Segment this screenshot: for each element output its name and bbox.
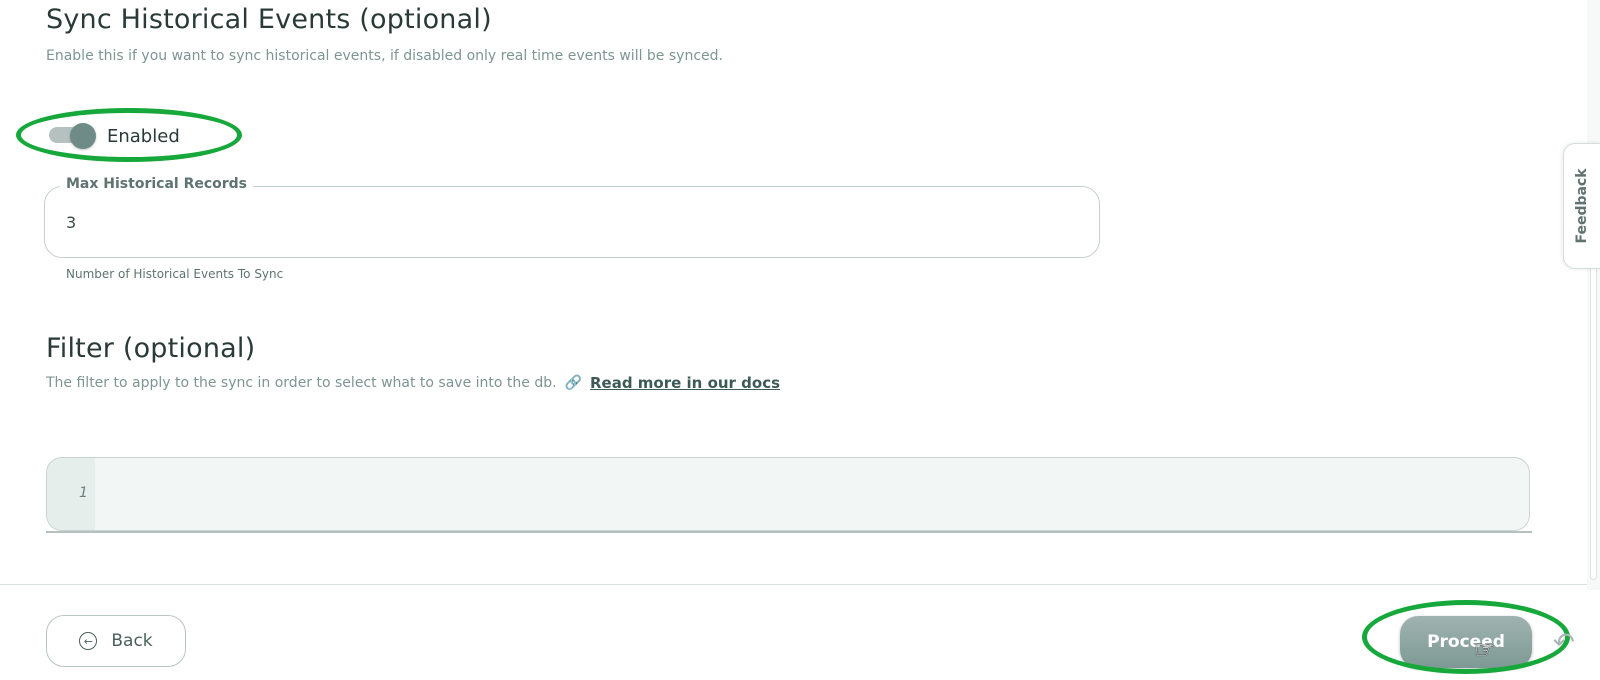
filter-title: Filter (optional) [46,333,256,364]
proceed-button[interactable]: Proceed [1400,616,1532,668]
link-icon: 🔗 [564,375,582,391]
max-historical-records-field[interactable] [44,186,1100,258]
footer-divider [0,584,1600,585]
back-button-label: Back [111,631,153,651]
historical-events-title: Sync Historical Events (optional) [46,4,492,35]
back-button[interactable]: ← Back [46,615,186,667]
filter-code-editor[interactable]: 1 [46,457,1530,531]
max-historical-records-label: Max Historical Records [60,176,254,192]
editor-line-number: 1 [79,485,88,501]
scrollbar-thumb[interactable] [1590,266,1597,580]
toggle-knob[interactable] [70,123,96,149]
feedback-tab[interactable]: Feedback [1563,143,1600,269]
toggle-label: Enabled [107,126,180,147]
editor-underline [46,531,1532,533]
feedback-label: Feedback [1574,168,1590,244]
max-historical-records-value[interactable]: 3 [66,213,76,232]
docs-link[interactable]: Read more in our docs [590,374,780,392]
historical-events-description: Enable this if you want to sync historic… [46,48,723,64]
filter-description: The filter to apply to the sync in order… [46,375,557,391]
hand-pointer-icon: ☞ [1474,636,1496,664]
max-historical-records-helper: Number of Historical Events To Sync [66,267,284,281]
help-chat-icon[interactable]: ↶ [1553,628,1575,658]
arrow-left-circle-icon: ← [79,632,98,650]
